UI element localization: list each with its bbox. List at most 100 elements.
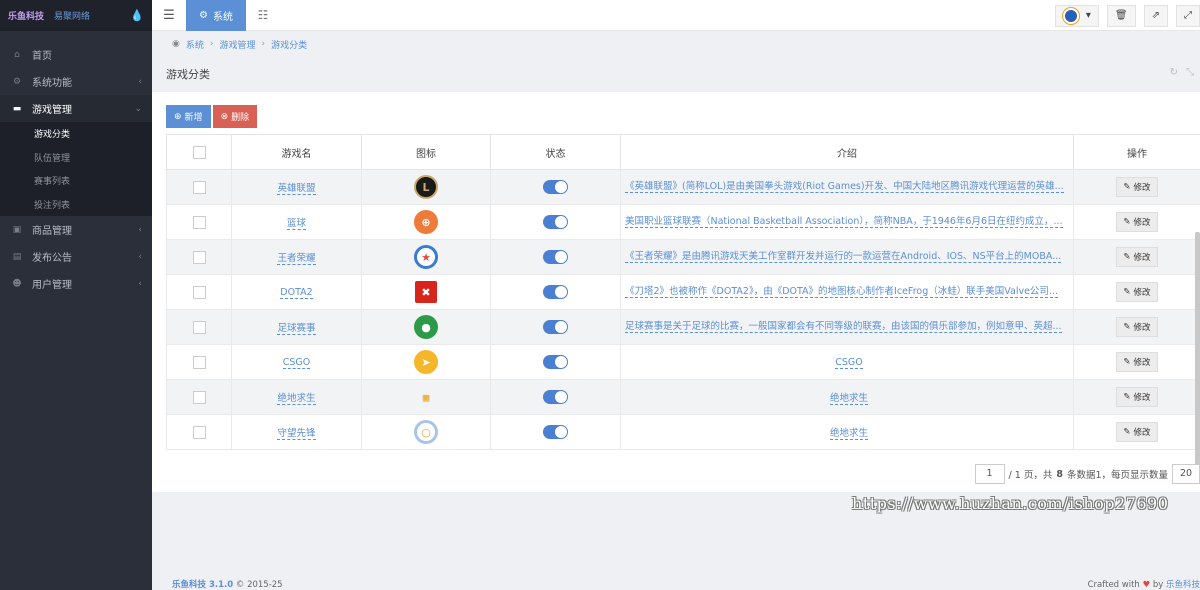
column-header-name[interactable]: 游戏名 <box>231 134 362 170</box>
game-name-link[interactable]: 篮球 <box>286 218 306 230</box>
row-checkbox[interactable] <box>192 250 206 264</box>
clear-cache-button[interactable]: 🗑 <box>1106 4 1136 27</box>
fullscreen-button[interactable]: ⤢ <box>1176 4 1200 27</box>
trash-icon: 🗑 <box>1114 10 1128 21</box>
edit-button[interactable]: ✎ 修改 <box>1116 212 1158 232</box>
game-intro-link[interactable]: CSGO <box>835 356 863 369</box>
breadcrumb-item[interactable]: 游戏分类 <box>271 38 307 51</box>
edit-button[interactable]: ✎ 修改 <box>1116 352 1158 372</box>
breadcrumb: ◉ 系统 › 游戏管理 › 游戏分类 <box>152 31 1200 57</box>
footer-by: by <box>1152 580 1164 590</box>
column-header-icon: 图标 <box>361 134 491 170</box>
sidebar-subitem-team[interactable]: 队伍管理 <box>0 146 152 170</box>
breadcrumb-item[interactable]: 游戏管理 <box>219 38 255 51</box>
row-checkbox[interactable] <box>192 425 206 439</box>
column-header-status[interactable]: 状态 <box>490 134 621 170</box>
table-row: DOTA2 ✖ 《刀塔2》也被称作《DOTA2》，由《DOTA》的地图核心制作者… <box>166 274 1200 310</box>
game-name-link[interactable]: CSGO <box>282 356 311 369</box>
footer-right: Crafted with ♥ by 乐鱼科技 <box>1088 578 1200 590</box>
game-intro-link[interactable]: 绝地求生 <box>829 428 868 440</box>
lol-icon: L <box>414 175 438 199</box>
game-name-link[interactable]: 王者荣耀 <box>277 253 316 265</box>
select-all-cell <box>166 134 232 170</box>
edit-button[interactable]: ✎ 修改 <box>1116 387 1158 407</box>
caret-down-icon: ▾ <box>1085 10 1091 21</box>
row-checkbox[interactable] <box>192 355 206 369</box>
dota2-icon: ✖ <box>415 281 437 303</box>
status-toggle[interactable] <box>543 180 568 194</box>
game-name-link[interactable]: 英雄联盟 <box>277 183 316 195</box>
breadcrumb-item[interactable]: 系统 <box>186 38 204 51</box>
sidebar-item-system[interactable]: ⚙ 系统功能 ‹ <box>0 68 152 95</box>
row-checkbox[interactable] <box>192 180 206 194</box>
open-site-button[interactable]: ⇗ <box>1143 4 1168 27</box>
notice-icon: ▤ <box>12 251 22 262</box>
edit-button-label: 修改 <box>1133 428 1151 438</box>
table-header-row: 游戏名 图标 状态 介绍 操作 <box>166 134 1200 170</box>
page-size-select[interactable]: 20 <box>1172 464 1200 484</box>
sidebar-item-label: 商品管理 <box>32 226 72 237</box>
sidebar-item-goods[interactable]: ▣ 商品管理 ‹ <box>0 216 152 243</box>
status-toggle[interactable] <box>543 250 568 264</box>
game-intro-link[interactable]: 美国职业篮球联赛（National Basketball Association… <box>625 213 1063 228</box>
grid-icon[interactable]: ☷ <box>246 8 280 22</box>
row-checkbox[interactable] <box>192 285 206 299</box>
status-toggle[interactable] <box>543 390 568 404</box>
sidebar: 乐鱼科技 易聚网络 💧 ⌂ 首页 ⚙ 系统功能 ‹ ▬ 游戏管理 ⌄ 游戏分类 … <box>0 0 152 590</box>
sidebar-item-notice[interactable]: ▤ 发布公告 ‹ <box>0 243 152 270</box>
status-toggle[interactable] <box>543 215 568 229</box>
game-intro-link[interactable]: 足球赛事是关于足球的比赛，一般国家都会有不同等级的联赛，由该国的俱乐部参加，例如… <box>625 318 1062 333</box>
sidebar-item-users[interactable]: ☻ 用户管理 ‹ <box>0 270 152 297</box>
game-name-link[interactable]: 守望先锋 <box>277 428 316 440</box>
brand-bar: 乐鱼科技 易聚网络 💧 <box>0 0 152 31</box>
status-toggle[interactable] <box>543 425 568 439</box>
add-button-label: 新增 <box>184 112 203 122</box>
edit-button[interactable]: ✎ 修改 <box>1116 282 1158 302</box>
table-scrollbar[interactable] <box>1195 232 1200 472</box>
game-name-link[interactable]: 足球赛事 <box>277 323 316 335</box>
edit-button[interactable]: ✎ 修改 <box>1116 422 1158 442</box>
gear-icon: ⚙ <box>199 9 208 21</box>
edit-button-label: 修改 <box>1133 183 1151 193</box>
select-all-checkbox[interactable] <box>192 145 206 159</box>
sidebar-item-label: 系统功能 <box>32 78 72 89</box>
pencil-icon: ✎ <box>1123 287 1131 297</box>
sidebar-subitem-bets[interactable]: 投注列表 <box>0 193 152 217</box>
status-toggle[interactable] <box>543 355 568 369</box>
row-checkbox[interactable] <box>192 390 206 404</box>
users-icon: ☻ <box>12 278 22 289</box>
sidebar-item-game-management[interactable]: ▬ 游戏管理 ⌄ <box>0 95 152 122</box>
expand-icon[interactable]: ⤡ <box>1186 67 1194 78</box>
edit-button-label: 修改 <box>1133 218 1151 228</box>
game-name-link[interactable]: 绝地求生 <box>277 393 316 405</box>
overwatch-icon: ○ <box>414 420 438 444</box>
chevron-left-icon: ‹ <box>138 224 142 235</box>
add-button[interactable]: ⊕ 新增 <box>166 105 211 128</box>
menu-toggle-icon[interactable]: ☰ <box>152 8 186 23</box>
page-number-input[interactable]: 1 <box>974 464 1005 484</box>
theme-drop-icon[interactable]: 💧 <box>130 9 144 22</box>
sidebar-subitem-game-category[interactable]: 游戏分类 <box>0 122 152 146</box>
game-name-link[interactable]: DOTA2 <box>280 286 313 299</box>
row-checkbox[interactable] <box>192 215 206 229</box>
edit-button-label: 修改 <box>1133 358 1151 368</box>
tab-system[interactable]: ⚙ 系统 <box>186 0 246 31</box>
refresh-icon[interactable]: ↻ <box>1170 67 1178 78</box>
sidebar-item-home[interactable]: ⌂ 首页 <box>0 41 152 68</box>
edit-button[interactable]: ✎ 修改 <box>1116 317 1158 337</box>
edit-button[interactable]: ✎ 修改 <box>1116 177 1158 197</box>
game-intro-link[interactable]: 绝地求生 <box>829 393 868 405</box>
row-checkbox[interactable] <box>192 320 206 334</box>
status-toggle[interactable] <box>543 320 568 334</box>
game-intro-link[interactable]: 《英雄联盟》(简称LOL)是由美国拳头游戏(Riot Games)开发、中国大陆… <box>625 178 1064 193</box>
footer-author-link[interactable]: 乐鱼科技 <box>1166 580 1200 590</box>
edit-button[interactable]: ✎ 修改 <box>1116 247 1158 267</box>
pagination: 1 / 1 页，共 8 条数据1，每页显示数量 20 <box>974 464 1200 484</box>
delete-button[interactable]: ⊗ 删除 <box>212 105 258 128</box>
user-menu-button[interactable]: ▾ <box>1054 4 1099 27</box>
game-intro-link[interactable]: 《王者荣耀》是由腾讯游戏天美工作室群开发并运行的一款运营在Android、IOS… <box>625 248 1062 263</box>
status-toggle[interactable] <box>543 285 568 299</box>
sidebar-item-label: 首页 <box>32 51 52 62</box>
game-intro-link[interactable]: 《刀塔2》也被称作《DOTA2》，由《DOTA》的地图核心制作者IceFrog（… <box>625 283 1058 298</box>
sidebar-subitem-matches[interactable]: 赛事列表 <box>0 169 152 193</box>
